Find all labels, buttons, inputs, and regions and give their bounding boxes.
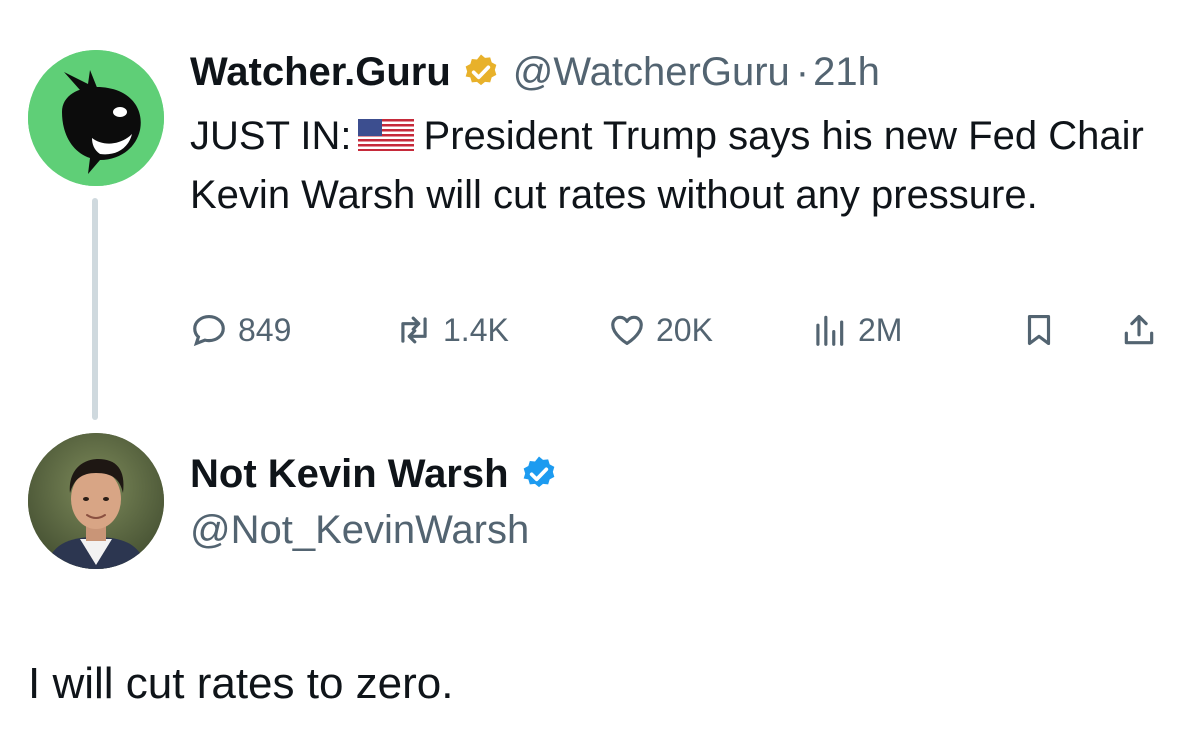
views-count: 2M <box>858 311 903 348</box>
tweet-text-prefix: JUST IN: <box>190 114 352 158</box>
like-count: 20K <box>656 311 713 348</box>
bookmark-icon <box>1027 314 1051 346</box>
not-kevin-warsh-avatar[interactable] <box>28 433 164 569</box>
heart-icon <box>611 315 643 346</box>
views-chart-icon <box>816 315 844 346</box>
author-handle[interactable]: @WatcherGuru <box>513 48 790 96</box>
verified-badge-icon <box>465 54 497 86</box>
retweet-count: 1.4K <box>443 311 509 348</box>
retweet-icon <box>401 316 427 344</box>
verified-badge-icon <box>523 456 554 488</box>
profile-photo <box>28 433 164 569</box>
us-flag-icon <box>357 119 414 151</box>
bookmark-button[interactable] <box>1020 305 1058 355</box>
like-button[interactable]: 20K <box>608 305 713 355</box>
tweet-actions: 849 1.4K 20K 2M <box>190 305 1170 355</box>
reply-text: I will cut rates to zero. <box>28 659 454 708</box>
watcherguru-avatar[interactable] <box>28 50 164 186</box>
reply-button[interactable]: 849 <box>190 305 291 355</box>
thread-line <box>92 198 98 420</box>
tweet-text: JUST IN: President Trump says his new Fe… <box>190 107 1180 225</box>
reply-author-handle[interactable]: @Not_KevinWarsh <box>190 506 529 554</box>
reply-count: 849 <box>238 311 292 348</box>
reply-author-name[interactable]: Not Kevin Warsh <box>190 450 509 498</box>
author-name[interactable]: Watcher.Guru <box>190 48 451 96</box>
retweet-button[interactable]: 1.4K <box>395 305 509 355</box>
whale-logo-icon <box>28 50 164 186</box>
tweet-header: Watcher.Guru @WatcherGuru · 21h <box>190 48 880 96</box>
timestamp[interactable]: 21h <box>813 48 880 96</box>
views-button[interactable]: 2M <box>810 305 902 355</box>
share-button[interactable] <box>1120 305 1158 355</box>
reply-author-line: Not Kevin Warsh <box>190 450 571 498</box>
share-icon <box>1124 314 1154 345</box>
reply-icon <box>193 314 225 347</box>
separator-dot: · <box>795 50 810 94</box>
